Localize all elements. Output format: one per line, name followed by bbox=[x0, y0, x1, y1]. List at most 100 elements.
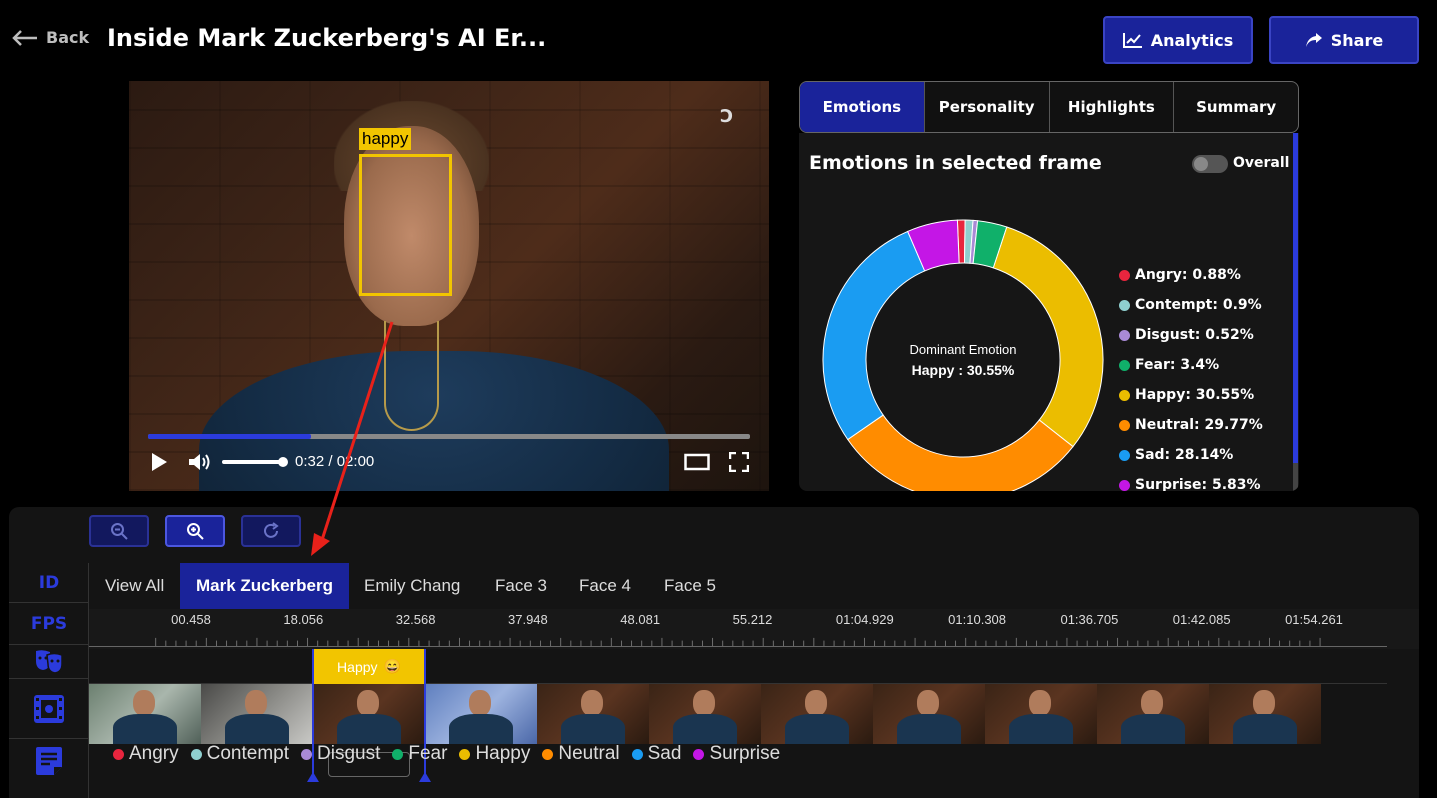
legend-label: Surprise: 5.83% bbox=[1135, 477, 1261, 491]
frame-thumbnail[interactable] bbox=[537, 684, 649, 744]
face-emotion-label: happy bbox=[359, 128, 412, 150]
thumbnail-person-head bbox=[1253, 690, 1275, 716]
thumbnail-person-head bbox=[133, 690, 155, 716]
thumbnail-person-body bbox=[785, 714, 849, 744]
share-icon bbox=[1305, 33, 1322, 47]
frame-thumbnail[interactable] bbox=[761, 684, 873, 744]
volume-icon bbox=[189, 454, 210, 470]
volume-slider-knob[interactable] bbox=[278, 457, 288, 467]
frame-thumbnail[interactable] bbox=[985, 684, 1097, 744]
legend-item-happy[interactable]: Happy: 30.55% bbox=[1119, 387, 1254, 403]
legend-dot bbox=[1119, 269, 1130, 281]
zoom-out-button[interactable] bbox=[89, 515, 149, 547]
share-button[interactable]: Share bbox=[1269, 16, 1419, 64]
legend-label: Angry bbox=[129, 743, 179, 764]
legend-item-fear[interactable]: Fear: 3.4% bbox=[1119, 357, 1219, 373]
video-logo-icon: Ↄ bbox=[720, 106, 734, 127]
frame-thumbnail[interactable] bbox=[313, 684, 425, 744]
thumbnail-person-body bbox=[1121, 714, 1185, 744]
timeline-sidebar: ID FPS bbox=[9, 563, 89, 798]
face-tab-face-5[interactable]: Face 5 bbox=[664, 563, 716, 609]
share-label: Share bbox=[1330, 30, 1384, 50]
legend-dot bbox=[1119, 419, 1130, 431]
thumbnail-person-body bbox=[897, 714, 961, 744]
thumbnail-person-body bbox=[225, 714, 289, 744]
volume-slider[interactable] bbox=[222, 460, 284, 464]
emotion-segment-happy[interactable]: Happy 😄 bbox=[313, 649, 425, 684]
legend-dot bbox=[1119, 449, 1130, 461]
thumbnail-person-body bbox=[113, 714, 177, 744]
legend-label: Surprise bbox=[709, 743, 781, 764]
face-tab-view-all[interactable]: View All bbox=[105, 563, 164, 609]
reset-zoom-button[interactable] bbox=[241, 515, 301, 547]
back-button[interactable]: Back bbox=[12, 28, 89, 47]
timeline-ruler[interactable]: 00.458 18.056 32.568 37.948 48.081 55.212 01:0… bbox=[89, 609, 1419, 649]
zoom-in-button[interactable] bbox=[165, 515, 225, 547]
emotions-panel: Emotions in selected frame Overall Domin… bbox=[799, 133, 1299, 491]
time-display: 0:32 / 02:00 bbox=[295, 453, 374, 470]
thumbnail-person-head bbox=[1141, 690, 1163, 716]
frame-thumbnail[interactable] bbox=[201, 684, 313, 744]
face-tab-emily-chang[interactable]: Emily Chang bbox=[364, 563, 460, 609]
timeline-legend-fear: Fear bbox=[392, 743, 447, 765]
legend-dot bbox=[392, 748, 404, 760]
thumbnail-person-head bbox=[1029, 690, 1051, 716]
ruler-label: 18.056 bbox=[283, 612, 324, 627]
thumbnail-person-head bbox=[805, 690, 827, 716]
theater-masks-icon bbox=[36, 649, 63, 674]
panel-scrollbar[interactable] bbox=[1293, 133, 1298, 463]
legend-item-angry[interactable]: Angry: 0.88% bbox=[1119, 267, 1241, 283]
legend-item-disgust[interactable]: Disgust: 0.52% bbox=[1119, 327, 1254, 343]
fullscreen-button[interactable] bbox=[728, 451, 750, 477]
frame-thumbnail[interactable] bbox=[1097, 684, 1209, 744]
legend-item-surprise[interactable]: Surprise: 5.83% bbox=[1119, 477, 1261, 491]
emotion-row-header bbox=[9, 645, 89, 679]
selection-start-handle[interactable] bbox=[307, 772, 319, 782]
thumbnail-person-head bbox=[469, 690, 491, 716]
face-tab-mark-zuckerberg[interactable]: Mark Zuckerberg bbox=[180, 563, 349, 609]
legend-label: Neutral bbox=[558, 743, 620, 764]
tab-summary[interactable]: Summary bbox=[1174, 82, 1298, 132]
current-time: 0:32 bbox=[295, 453, 325, 470]
legend-item-contempt[interactable]: Contempt: 0.9% bbox=[1119, 297, 1262, 313]
legend-label: Fear bbox=[408, 743, 448, 764]
ruler-label: 00.458 bbox=[171, 612, 211, 627]
ruler-label: 55.212 bbox=[732, 612, 773, 627]
legend-label: Fear: 3.4% bbox=[1135, 357, 1220, 373]
thumbnail-person-body bbox=[673, 714, 737, 744]
line-chart-icon bbox=[1122, 33, 1142, 48]
timeline-legend-neutral: Neutral bbox=[542, 743, 620, 765]
selection-end-handle[interactable] bbox=[419, 772, 431, 782]
frame-thumbnail[interactable] bbox=[1209, 684, 1321, 744]
theater-icon bbox=[684, 453, 710, 471]
legend-dot bbox=[1119, 389, 1130, 401]
face-tab-face-3[interactable]: Face 3 bbox=[495, 563, 547, 609]
thumbnail-person-head bbox=[245, 690, 267, 716]
mute-button[interactable] bbox=[188, 452, 212, 477]
tab-highlights[interactable]: Highlights bbox=[1050, 82, 1175, 132]
play-icon bbox=[152, 453, 167, 471]
legend-item-sad[interactable]: Sad: 28.14% bbox=[1119, 447, 1233, 463]
overall-toggle[interactable] bbox=[1192, 155, 1228, 173]
legend-item-neutral[interactable]: Neutral: 29.77% bbox=[1119, 417, 1263, 433]
donut-hole bbox=[867, 264, 1059, 456]
theater-mode-button[interactable] bbox=[684, 453, 710, 476]
timeline-legend-angry: Angry bbox=[113, 743, 179, 765]
tab-emotions[interactable]: Emotions bbox=[800, 82, 925, 132]
toggle-knob bbox=[1194, 157, 1208, 171]
emotion-donut-chart: Dominant Emotion Happy : 30.55% bbox=[822, 219, 1104, 491]
frame-thumbnail[interactable] bbox=[649, 684, 761, 744]
frame-thumbnails bbox=[89, 684, 1321, 744]
analytics-button[interactable]: Analytics bbox=[1103, 16, 1253, 64]
frame-thumbnail[interactable] bbox=[873, 684, 985, 744]
legend-dot bbox=[459, 748, 471, 760]
timeline-legend-disgust: Disgust bbox=[301, 743, 380, 765]
video-progress-bar[interactable] bbox=[148, 434, 750, 439]
timeline-legend-surprise: Surprise bbox=[693, 743, 780, 765]
frame-thumbnail[interactable] bbox=[89, 684, 201, 744]
frame-thumbnail[interactable] bbox=[425, 684, 537, 744]
ruler-label: 01:10.308 bbox=[948, 612, 1007, 627]
face-tab-face-4[interactable]: Face 4 bbox=[579, 563, 631, 609]
tab-personality[interactable]: Personality bbox=[925, 82, 1050, 132]
play-button[interactable] bbox=[150, 452, 168, 477]
